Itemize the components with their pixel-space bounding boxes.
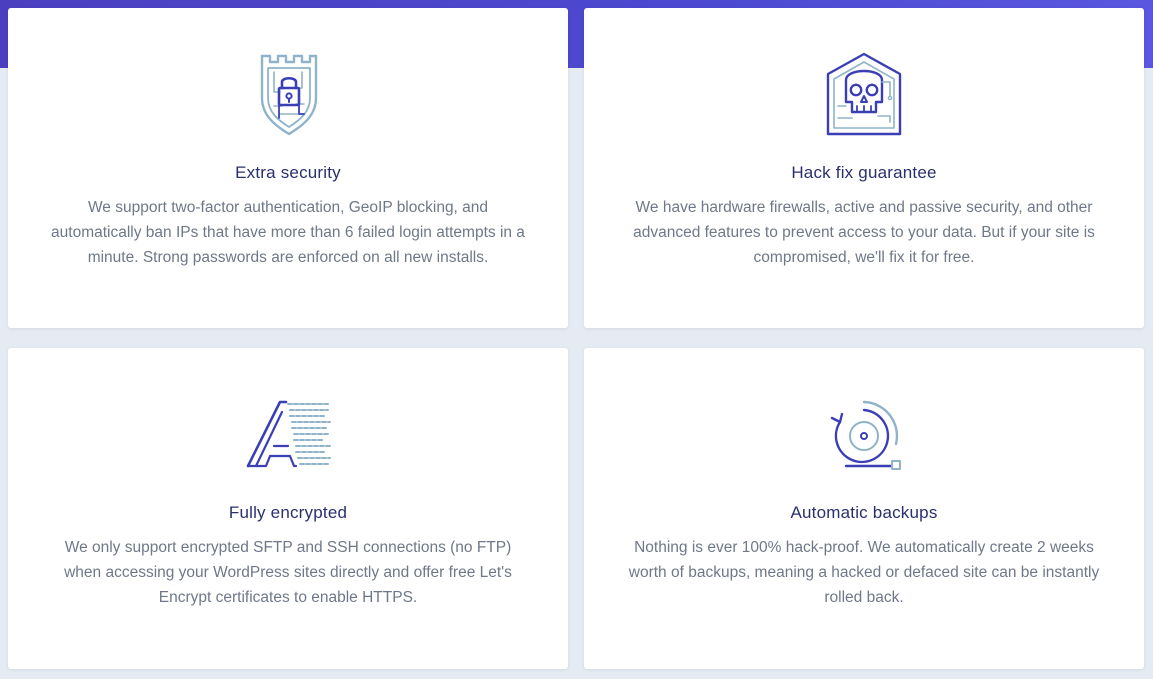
shield-lock-icon [260, 54, 318, 136]
feature-card-automatic-backups: Automatic backups Nothing is ever 100% h… [584, 348, 1144, 669]
encrypted-letter-icon [246, 400, 331, 468]
feature-title: Automatic backups [790, 503, 938, 522]
backup-restore-icon [830, 400, 901, 470]
feature-card-fully-encrypted: Fully encrypted We only support encrypte… [8, 348, 568, 669]
hacked-skull-icon [826, 52, 902, 136]
feature-title: Fully encrypted [228, 503, 348, 522]
feature-title: Hack fix guarantee [791, 163, 937, 182]
feature-card-hack-fix: Hack fix guarantee We have hardware fire… [584, 8, 1144, 328]
feature-description: We have hardware firewalls, active and p… [633, 199, 1095, 266]
feature-title: Extra security [235, 163, 341, 182]
feature-description: We only support encrypted SFTP and SSH c… [64, 539, 512, 606]
feature-description: We support two-factor authentication, Ge… [51, 199, 525, 266]
feature-card-extra-security: Extra security We support two-factor aut… [8, 8, 568, 328]
feature-description: Nothing is ever 100% hack-proof. We auto… [628, 539, 1100, 606]
